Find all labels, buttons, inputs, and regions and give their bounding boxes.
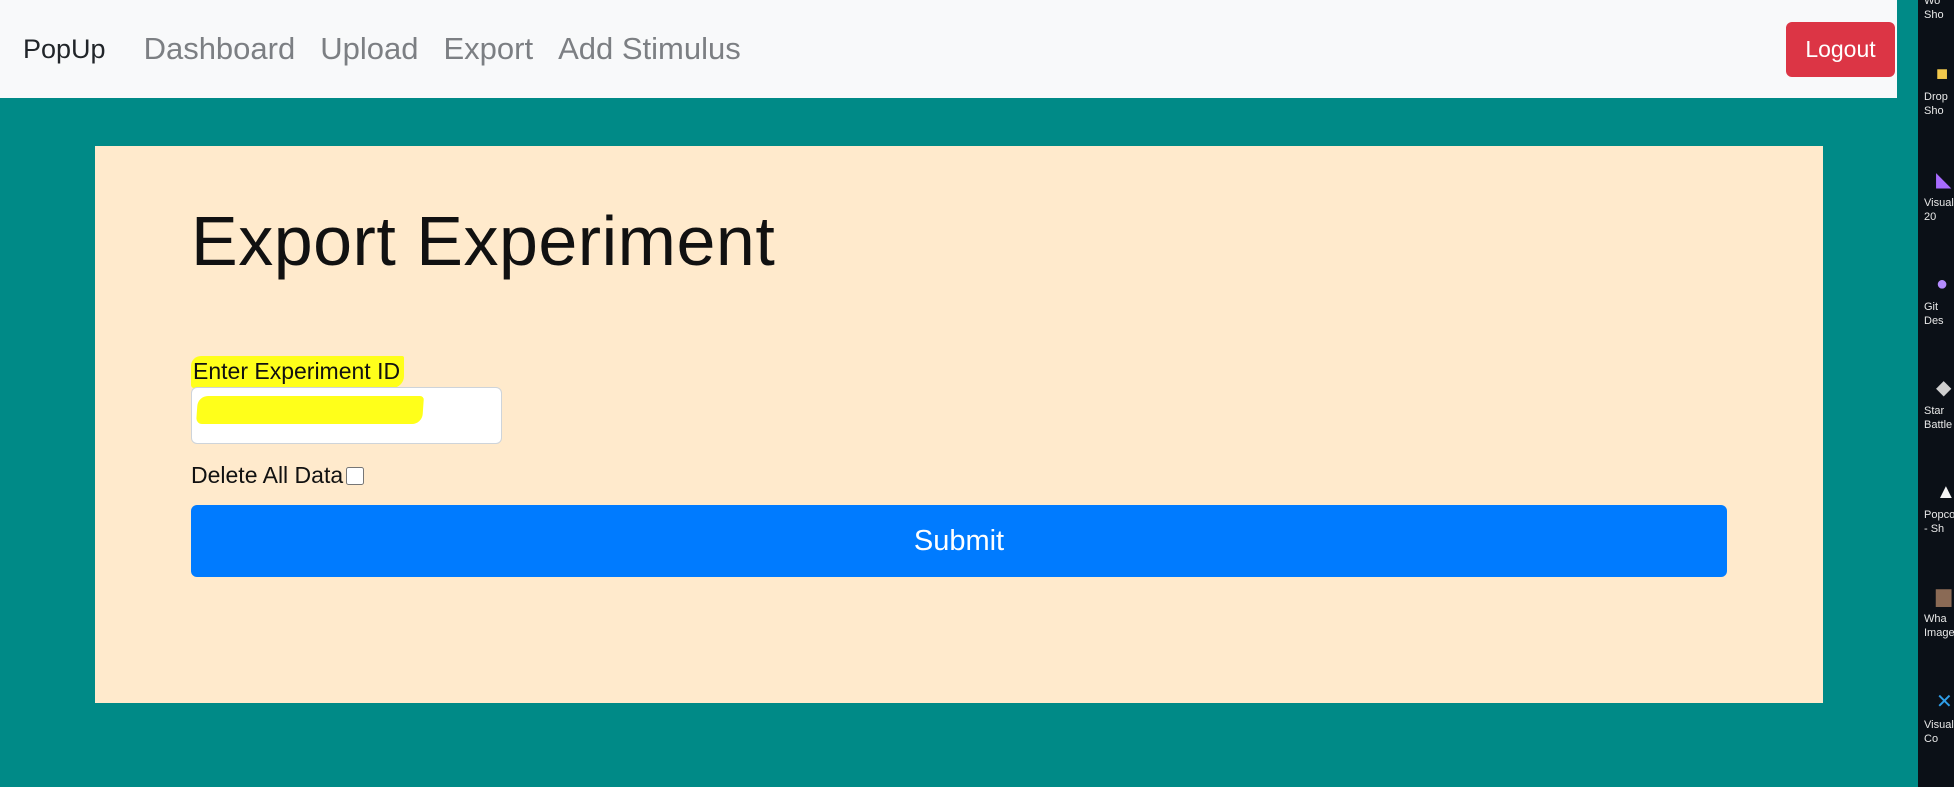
redaction-highlight — [196, 396, 424, 424]
desktop-shortcut-sub: - Sh — [1924, 523, 1945, 535]
desktop-shortcut-label: Git — [1924, 301, 1939, 313]
image-icon: ▆ — [1936, 585, 1952, 607]
desktop-shortcut-sub: Sho — [1924, 105, 1944, 117]
desktop-shortcut[interactable]: Wo Sho — [1924, 0, 1954, 22]
desktop-shortcut-label: Visual — [1924, 197, 1954, 209]
page-title: Export Experiment — [191, 202, 776, 280]
brand-link[interactable]: PopUp — [23, 34, 106, 65]
desktop-shortcut-sub: 20 — [1924, 211, 1937, 223]
desktop-shortcut[interactable]: ▆ Wha Image — [1924, 584, 1954, 640]
delete-all-label: Delete All Data — [191, 462, 344, 488]
desktop-shortcut[interactable]: ▲ Popco - Sh — [1924, 480, 1954, 536]
folder-icon: ■ — [1936, 63, 1949, 85]
desktop-shortcut[interactable]: ✕ Visual Co — [1924, 690, 1954, 746]
desktop-shortcut-label: Star — [1924, 405, 1945, 417]
desktop-shortcut[interactable]: ◆ Star Battle — [1924, 376, 1954, 432]
visual-studio-icon: ◣ — [1936, 169, 1952, 191]
desktop-shortcut[interactable]: ■ Drop Sho — [1924, 62, 1954, 118]
desktop-shortcut-label: Drop — [1924, 91, 1948, 103]
desktop-shortcut-sub: Des — [1924, 315, 1944, 327]
nav-export[interactable]: Export — [443, 31, 533, 67]
experiment-id-label: Enter Experiment ID — [191, 356, 405, 388]
desktop-shortcut[interactable]: ● Git Des — [1924, 272, 1954, 328]
desktop-shortcut[interactable]: ◣ Visual 20 — [1924, 168, 1954, 224]
desktop-shortcut-sub: Sho — [1924, 9, 1944, 21]
vscode-icon: ✕ — [1936, 691, 1953, 713]
nav-add-stimulus[interactable]: Add Stimulus — [558, 31, 741, 67]
top-navbar: PopUp Dashboard Upload Export Add Stimul… — [0, 0, 1897, 98]
delete-all-row: Delete All Data — [191, 462, 365, 489]
export-form-card: Export Experiment Enter Experiment ID De… — [95, 146, 1823, 703]
desktop-shortcut-sub: Image — [1924, 627, 1954, 639]
desktop-shortcut-sub: Battle — [1924, 419, 1953, 431]
delete-all-checkbox[interactable] — [346, 466, 365, 485]
submit-button[interactable]: Submit — [191, 505, 1727, 577]
desktop-shortcut-label: Wo — [1924, 0, 1941, 7]
nav-upload[interactable]: Upload — [320, 31, 418, 67]
desktop-shortcut-label: Popco — [1924, 509, 1954, 521]
popcorn-icon: ▲ — [1936, 481, 1954, 503]
nav-dashboard[interactable]: Dashboard — [144, 31, 296, 67]
desktop-shortcut-sub: Co — [1924, 733, 1939, 745]
desktop-shortcut-label: Visual — [1924, 719, 1954, 731]
github-desktop-icon: ● — [1936, 273, 1949, 295]
game-icon: ◆ — [1936, 377, 1952, 399]
desktop-icon-strip: Wo Sho ■ Drop Sho ◣ Visual 20 ● Git Des … — [1918, 0, 1954, 787]
logout-button[interactable]: Logout — [1786, 22, 1895, 77]
desktop-shortcut-label: Wha — [1924, 613, 1947, 625]
